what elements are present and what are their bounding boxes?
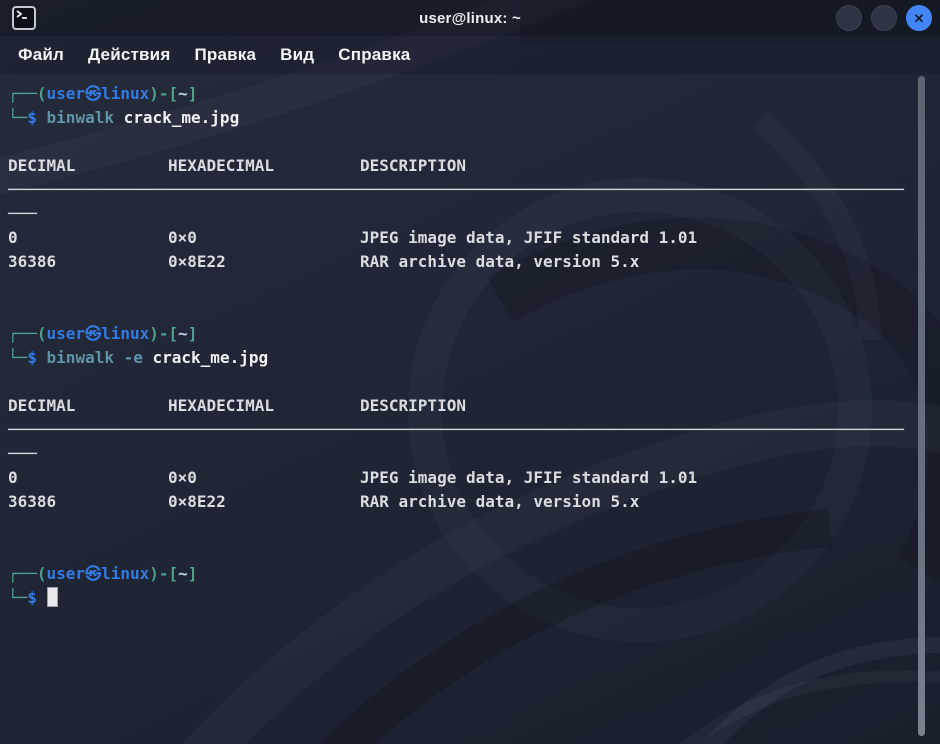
- prompt-open: ┌──(: [8, 564, 47, 583]
- minimize-button[interactable]: [836, 5, 862, 31]
- table-row: 363860×8E22RAR archive data, version 5.x: [8, 490, 916, 514]
- command-arg: crack_me.jpg: [114, 108, 239, 127]
- scrollbar[interactable]: [918, 76, 925, 736]
- table-row: 00×0JPEG image data, JFIF standard 1.01: [8, 226, 916, 250]
- prompt-line-1: ┌──(user㉿linux)-[~]: [8, 82, 916, 106]
- prompt-open: ┌──(: [8, 324, 47, 343]
- cell-decimal: 36386: [8, 250, 168, 274]
- close-icon: ✕: [914, 12, 925, 25]
- table-row: 00×0JPEG image data, JFIF standard 1.01: [8, 466, 916, 490]
- cell-decimal: 36386: [8, 490, 168, 514]
- prompt-user-host: user㉿linux: [47, 564, 150, 583]
- terminal-cursor: [47, 587, 58, 607]
- prompt-prefix: └─: [8, 108, 27, 127]
- table-header-hex: HEXADECIMAL: [168, 394, 360, 418]
- prompt-prefix: └─: [8, 348, 27, 367]
- prompt-open: ┌──(: [8, 84, 47, 103]
- command-line-2: └─$ binwalk -e crack_me.jpg: [8, 346, 916, 370]
- cell-desc: RAR archive data, version 5.x: [360, 252, 639, 271]
- prompt-line-2: ┌──(user㉿linux)-[~]: [8, 322, 916, 346]
- table-separator-wrap: ───: [8, 442, 916, 466]
- command-line-current[interactable]: └─$: [8, 586, 916, 610]
- blank-line: [8, 370, 916, 394]
- prompt-prefix: └─: [8, 588, 27, 607]
- command-line-1: └─$ binwalk crack_me.jpg: [8, 106, 916, 130]
- cell-desc: RAR archive data, version 5.x: [360, 492, 639, 511]
- menu-help[interactable]: Справка: [326, 41, 422, 69]
- cell-decimal: 0: [8, 226, 168, 250]
- blank-line: [8, 514, 916, 538]
- prompt-close: ]: [188, 84, 198, 103]
- prompt-dollar: $: [27, 588, 37, 607]
- terminal-window: user@linux: ~ ✕ Файл Действия Правка Вид…: [0, 0, 940, 744]
- cell-desc: JPEG image data, JFIF standard 1.01: [360, 468, 697, 487]
- table-header-desc: DESCRIPTION: [360, 396, 466, 415]
- blank-line: [8, 274, 916, 298]
- command-name: binwalk: [37, 348, 114, 367]
- prompt-user-host: user㉿linux: [47, 324, 150, 343]
- cell-decimal: 0: [8, 466, 168, 490]
- prompt-close: ]: [188, 564, 198, 583]
- blank-line: [8, 538, 916, 562]
- table-header-row: DECIMALHEXADECIMALDESCRIPTION: [8, 394, 916, 418]
- command-name: binwalk: [37, 108, 114, 127]
- cell-hex: 0×0: [168, 466, 360, 490]
- prompt-dollar: $: [27, 108, 37, 127]
- menu-edit[interactable]: Правка: [182, 41, 268, 69]
- table-header-desc: DESCRIPTION: [360, 156, 466, 175]
- command-flag: -e: [114, 348, 143, 367]
- table-header-hex: HEXADECIMAL: [168, 154, 360, 178]
- prompt-dollar: $: [27, 348, 37, 367]
- table-separator: ────────────────────────────────────────…: [8, 178, 916, 202]
- prompt-line-3: ┌──(user㉿linux)-[~]: [8, 562, 916, 586]
- table-header-decimal: DECIMAL: [8, 394, 168, 418]
- prompt-user-host: user㉿linux: [47, 84, 150, 103]
- menu-file[interactable]: Файл: [6, 41, 76, 69]
- table-separator-wrap: ───: [8, 202, 916, 226]
- prompt-mid: )-[: [149, 84, 178, 103]
- maximize-button[interactable]: [871, 5, 897, 31]
- terminal-screen[interactable]: ┌──(user㉿linux)-[~] └─$ binwalk crack_me…: [0, 74, 940, 744]
- blank-line: [8, 298, 916, 322]
- cell-hex: 0×8E22: [168, 490, 360, 514]
- cell-hex: 0×0: [168, 226, 360, 250]
- cell-desc: JPEG image data, JFIF standard 1.01: [360, 228, 697, 247]
- prompt-path: ~: [178, 324, 188, 343]
- close-button[interactable]: ✕: [906, 5, 932, 31]
- prompt-mid: )-[: [149, 564, 178, 583]
- prompt-path: ~: [178, 84, 188, 103]
- window-controls: ✕: [836, 5, 932, 31]
- prompt-close: ]: [188, 324, 198, 343]
- cell-hex: 0×8E22: [168, 250, 360, 274]
- menu-view[interactable]: Вид: [268, 41, 326, 69]
- table-separator: ────────────────────────────────────────…: [8, 418, 916, 442]
- menu-actions[interactable]: Действия: [76, 41, 182, 69]
- prompt-mid: )-[: [149, 324, 178, 343]
- table-header-row: DECIMALHEXADECIMALDESCRIPTION: [8, 154, 916, 178]
- menu-bar: Файл Действия Правка Вид Справка: [0, 36, 940, 74]
- window-title: user@linux: ~: [0, 0, 940, 36]
- table-row: 363860×8E22RAR archive data, version 5.x: [8, 250, 916, 274]
- title-bar[interactable]: user@linux: ~ ✕: [0, 0, 940, 36]
- prompt-path: ~: [178, 564, 188, 583]
- table-header-decimal: DECIMAL: [8, 154, 168, 178]
- command-arg: crack_me.jpg: [143, 348, 268, 367]
- blank-line: [8, 130, 916, 154]
